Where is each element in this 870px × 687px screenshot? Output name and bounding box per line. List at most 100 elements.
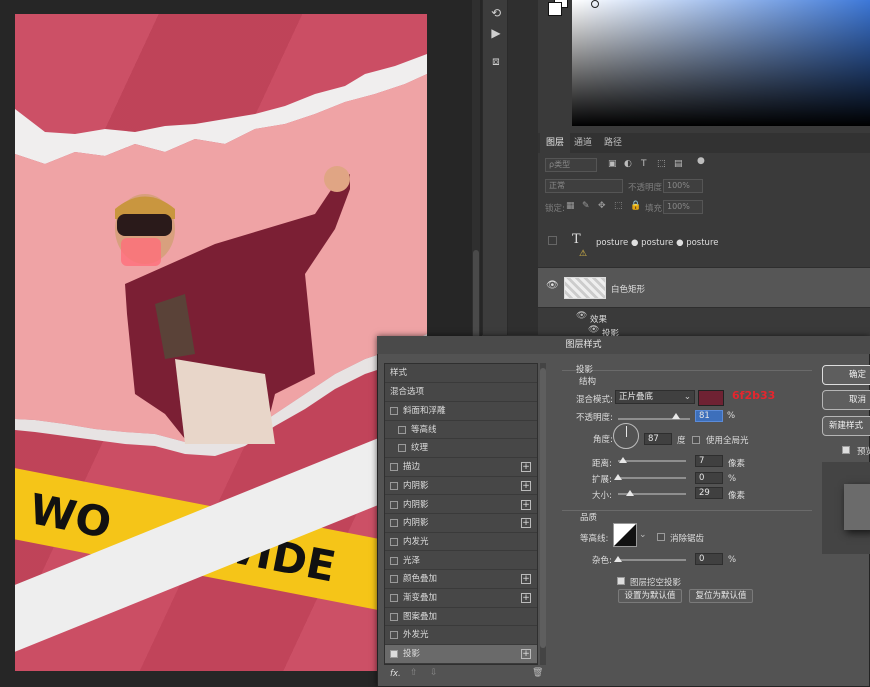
add-style-icon[interactable]: +: [521, 649, 531, 660]
style-item-checkbox[interactable]: [390, 537, 398, 546]
style-item[interactable]: 描边 +: [385, 458, 537, 477]
lock-image-icon[interactable]: ✎: [582, 201, 590, 211]
style-item-checkbox[interactable]: [398, 425, 406, 434]
size-input[interactable]: 29: [695, 487, 723, 499]
style-item[interactable]: 外发光: [385, 626, 537, 645]
styles-list-scroll-thumb[interactable]: [540, 368, 546, 648]
visibility-toggle[interactable]: [548, 236, 557, 245]
style-item[interactable]: 斜面和浮雕: [385, 402, 537, 421]
lock-all-icon[interactable]: 🔒: [630, 201, 641, 211]
contour-preview[interactable]: [613, 523, 637, 547]
effects-eye-icon[interactable]: 👁: [576, 311, 587, 321]
adjustment-filter-icon[interactable]: ◐: [624, 159, 632, 169]
blend-mode-select[interactable]: 正片叠底 ⌄: [615, 390, 695, 404]
add-style-icon[interactable]: +: [521, 462, 531, 473]
spread-slider[interactable]: [618, 477, 686, 479]
style-item-checkbox[interactable]: [390, 500, 398, 509]
canvas-scrollbar-thumb[interactable]: [473, 250, 479, 340]
layer-row-rectangle[interactable]: 👁 白色矩形: [538, 268, 870, 308]
cancel-button[interactable]: 取消: [822, 390, 870, 410]
shadow-color-swatch[interactable]: [698, 390, 724, 406]
style-item-checkbox[interactable]: [390, 575, 398, 584]
dialog-title[interactable]: 图层样式: [377, 336, 870, 354]
make-default-button[interactable]: 设置为默认值: [618, 589, 682, 603]
style-item[interactable]: 内阴影 +: [385, 514, 537, 533]
effect-eye-icon[interactable]: 👁: [588, 325, 599, 335]
tab-layers[interactable]: 图层: [540, 133, 571, 153]
global-light-checkbox[interactable]: [692, 436, 700, 444]
spread-slider-knob[interactable]: [614, 474, 622, 480]
ok-button[interactable]: 确定: [822, 365, 870, 385]
history-icon[interactable]: ⟲: [487, 4, 505, 22]
styles-header[interactable]: 样式: [385, 364, 537, 383]
lock-transparent-icon[interactable]: ▦: [566, 201, 575, 211]
opacity-slider-knob[interactable]: [672, 413, 681, 419]
style-item-checkbox[interactable]: [398, 444, 406, 453]
filter-toggle-icon[interactable]: ●: [697, 156, 705, 166]
fx-menu-button[interactable]: fx.: [390, 669, 401, 679]
shape-filter-icon[interactable]: ⬚: [657, 159, 666, 169]
smart-object-filter-icon[interactable]: ▤: [674, 159, 683, 169]
style-item-checkbox[interactable]: [390, 612, 398, 621]
eye-icon[interactable]: 👁: [546, 280, 559, 291]
tab-channels[interactable]: 通道: [568, 133, 598, 153]
add-style-icon[interactable]: +: [521, 574, 531, 585]
style-item[interactable]: 等高线: [385, 421, 537, 440]
style-item[interactable]: 内发光: [385, 533, 537, 552]
style-item[interactable]: 图案叠加: [385, 608, 537, 627]
noise-slider[interactable]: [618, 559, 686, 561]
style-item-checkbox[interactable]: [390, 463, 398, 472]
style-item[interactable]: 光泽: [385, 552, 537, 571]
antialias-checkbox[interactable]: [657, 533, 665, 541]
lock-artboard-icon[interactable]: ⬚: [614, 201, 623, 211]
style-item[interactable]: 内阴影 +: [385, 477, 537, 496]
noise-slider-knob[interactable]: [614, 556, 622, 562]
style-item[interactable]: 纹理: [385, 439, 537, 458]
add-style-icon[interactable]: +: [521, 518, 531, 529]
layer-kind-filter[interactable]: ρ类型: [545, 158, 597, 172]
pixel-filter-icon[interactable]: ▣: [608, 159, 617, 169]
spread-input[interactable]: 0: [695, 472, 723, 484]
knockout-checkbox[interactable]: [617, 577, 625, 585]
trash-icon[interactable]: 🗑: [532, 668, 543, 678]
add-style-icon[interactable]: +: [521, 593, 531, 603]
reset-default-button[interactable]: 复位为默认值: [689, 589, 753, 603]
style-item-checkbox[interactable]: [390, 556, 398, 565]
opacity-input[interactable]: 81: [695, 410, 723, 422]
new-style-button[interactable]: 新建样式: [822, 416, 870, 436]
style-item[interactable]: 内阴影 +: [385, 496, 537, 515]
distance-slider-knob[interactable]: [619, 457, 627, 463]
style-item[interactable]: 投影 +: [385, 645, 537, 664]
size-slider-knob[interactable]: [626, 490, 634, 496]
distance-input[interactable]: 7: [695, 455, 723, 467]
style-item-checkbox[interactable]: [390, 481, 398, 490]
type-filter-icon[interactable]: T: [641, 159, 647, 169]
tab-paths[interactable]: 路径: [598, 133, 628, 153]
play-icon[interactable]: ▶: [487, 24, 505, 42]
distance-slider[interactable]: [618, 460, 686, 462]
color-picker-cursor[interactable]: [591, 0, 599, 8]
contour-dropdown-icon[interactable]: ⌄: [639, 530, 647, 540]
move-down-icon[interactable]: ⇩: [430, 668, 438, 678]
style-item[interactable]: 渐变叠加 +: [385, 589, 537, 608]
blend-options-item[interactable]: 混合选项: [385, 383, 537, 402]
style-item-checkbox[interactable]: [390, 594, 398, 602]
style-item-checkbox[interactable]: [390, 631, 398, 640]
move-up-icon[interactable]: ⇧: [410, 668, 418, 678]
add-style-icon[interactable]: +: [521, 499, 531, 510]
noise-input[interactable]: 0: [695, 553, 723, 565]
foreground-color-swatch[interactable]: [548, 2, 562, 16]
text-layer-name[interactable]: posture ● posture ● posture: [596, 238, 719, 248]
style-item-checkbox[interactable]: [390, 650, 398, 659]
lock-position-icon[interactable]: ✥: [598, 201, 606, 211]
3d-icon[interactable]: ⧈: [487, 52, 505, 70]
color-field[interactable]: [572, 0, 870, 126]
layer-opacity-input[interactable]: 100%: [663, 179, 703, 193]
fill-input[interactable]: 100%: [663, 200, 703, 214]
style-item[interactable]: 颜色叠加 +: [385, 570, 537, 589]
style-item-checkbox[interactable]: [390, 519, 398, 528]
angle-dial[interactable]: [613, 423, 639, 449]
style-item-checkbox[interactable]: [390, 407, 398, 415]
layer-row-text[interactable]: T ⚠ posture ● posture ● posture: [538, 226, 870, 268]
add-style-icon[interactable]: +: [521, 480, 531, 491]
